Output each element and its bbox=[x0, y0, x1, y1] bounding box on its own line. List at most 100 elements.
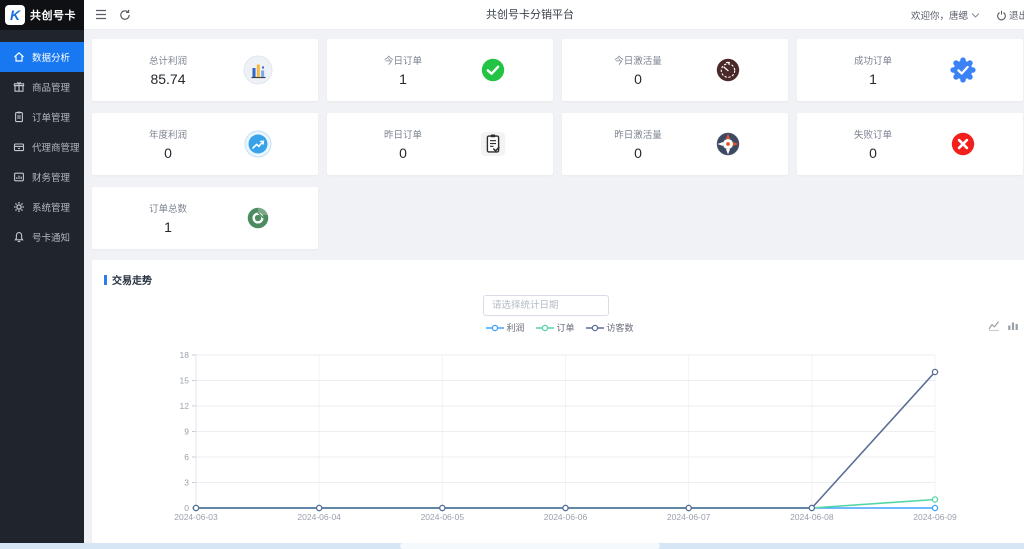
logout-label: 退出 bbox=[1009, 8, 1024, 22]
finance-icon bbox=[13, 171, 25, 183]
sidebar-item-orders[interactable]: 订单管理 bbox=[0, 102, 84, 132]
clipboard-check-icon bbox=[479, 130, 507, 158]
bar-chart-toggle-icon[interactable] bbox=[1007, 320, 1019, 331]
legend-item-订单[interactable]: 订单 bbox=[535, 321, 574, 334]
svg-text:15: 15 bbox=[180, 376, 190, 386]
stat-value: 0 bbox=[634, 71, 642, 87]
main-content: 总计利润 85.74 今日订单 1 今日激活量 0 bbox=[84, 30, 1024, 543]
stat-value: 1 bbox=[164, 219, 172, 235]
stat-card-annual-profit: 年度利润 0 bbox=[92, 113, 318, 175]
svg-text:18: 18 bbox=[180, 350, 190, 360]
stat-card-failed-orders: 失败订单 0 bbox=[797, 113, 1023, 175]
sidebar-item-agents[interactable]: 代理商管理 bbox=[0, 132, 84, 162]
stat-value: 1 bbox=[869, 71, 877, 87]
sidebar-item-label: 财务管理 bbox=[32, 170, 70, 184]
svg-text:2024-06-04: 2024-06-04 bbox=[297, 512, 341, 522]
title-accent-bar bbox=[104, 275, 107, 285]
stat-card-today-activation: 今日激活量 0 bbox=[562, 39, 788, 101]
stat-label: 订单总数 bbox=[149, 201, 187, 215]
date-range-input[interactable] bbox=[483, 295, 609, 316]
sidebar-item-label: 数据分析 bbox=[32, 50, 70, 64]
agents-icon bbox=[13, 141, 25, 153]
error-circle-icon bbox=[949, 130, 977, 158]
timer-badge-icon bbox=[714, 56, 742, 84]
svg-text:12: 12 bbox=[180, 401, 190, 411]
verified-badge-icon bbox=[949, 56, 977, 84]
power-icon bbox=[996, 10, 1007, 21]
sidebar-item-label: 系统管理 bbox=[32, 200, 70, 214]
svg-text:2024-06-03: 2024-06-03 bbox=[174, 512, 218, 522]
sidebar-item-label: 代理商管理 bbox=[32, 140, 80, 154]
stat-value: 85.74 bbox=[150, 71, 185, 87]
chrome-swirl-icon bbox=[244, 204, 272, 232]
stat-card-yesterday-activation: 昨日激活量 0 bbox=[562, 113, 788, 175]
trend-title-text: 交易走势 bbox=[112, 272, 152, 287]
header: 共创号卡分销平台 欢迎你，唐缌 退出 bbox=[84, 0, 1024, 30]
stat-value: 0 bbox=[634, 145, 642, 161]
lifebuoy-icon bbox=[714, 130, 742, 158]
stat-label: 年度利润 bbox=[149, 127, 187, 141]
legend-item-访客数[interactable]: 访客数 bbox=[586, 321, 634, 334]
stat-label: 昨日订单 bbox=[384, 127, 422, 141]
legend-item-利润[interactable]: 利润 bbox=[485, 321, 524, 334]
stat-label: 成功订单 bbox=[854, 53, 892, 67]
sidebar-item-label: 号卡通知 bbox=[32, 230, 70, 244]
svg-text:2024-06-06: 2024-06-06 bbox=[544, 512, 588, 522]
page-title: 共创号卡分销平台 bbox=[84, 0, 976, 30]
sidebar-item-data-analysis[interactable]: 数据分析 bbox=[0, 42, 84, 72]
check-circle-icon bbox=[479, 56, 507, 84]
sidebar-item-notify[interactable]: 号卡通知 bbox=[0, 222, 84, 252]
app-logo-icon: K bbox=[5, 5, 25, 25]
sidebar-item-system[interactable]: 系统管理 bbox=[0, 192, 84, 222]
bar-chart-circle-icon bbox=[243, 55, 273, 85]
settings-gear-icon bbox=[13, 201, 25, 213]
line-chart-toggle-icon[interactable] bbox=[988, 320, 1000, 331]
svg-text:9: 9 bbox=[184, 427, 189, 437]
sidebar-item-label: 订单管理 bbox=[32, 110, 70, 124]
sidebar-item-label: 商品管理 bbox=[32, 80, 70, 94]
stat-value: 0 bbox=[869, 145, 877, 161]
goods-icon bbox=[13, 81, 25, 93]
scrollbar-thumb[interactable] bbox=[400, 543, 660, 549]
trend-line-chart: 2024-06-03 2024-06-04 2024-06-05 2024-06-06… bbox=[160, 348, 990, 538]
user-menu[interactable]: 欢迎你，唐缌 bbox=[911, 0, 980, 30]
svg-text:2024-06-05: 2024-06-05 bbox=[421, 512, 465, 522]
app-logo-text: 共创号卡 bbox=[30, 7, 76, 23]
svg-text:2024-06-09: 2024-06-09 bbox=[913, 512, 957, 522]
stat-card-total-orders: 订单总数 1 bbox=[92, 187, 318, 249]
chevron-down-icon bbox=[971, 12, 980, 19]
stat-label: 总计利润 bbox=[149, 53, 187, 67]
bell-icon bbox=[13, 231, 25, 243]
stats-grid: 总计利润 85.74 今日订单 1 今日激活量 0 bbox=[92, 39, 1023, 249]
svg-text:3: 3 bbox=[184, 478, 189, 488]
svg-text:0: 0 bbox=[184, 503, 189, 513]
trend-panel: 交易走势 利润订单访客数 2024-06-032024-06-042024-06… bbox=[92, 260, 1024, 543]
stat-value: 0 bbox=[399, 145, 407, 161]
svg-text:2024-06-08: 2024-06-08 bbox=[790, 512, 834, 522]
trend-circle-icon bbox=[243, 129, 273, 159]
stat-card-today-orders: 今日订单 1 bbox=[327, 39, 553, 101]
svg-text:6: 6 bbox=[184, 452, 189, 462]
welcome-text: 欢迎你，唐缌 bbox=[911, 8, 968, 22]
chart-toolbox bbox=[988, 320, 1019, 331]
stat-label: 今日订单 bbox=[384, 53, 422, 67]
logout-button[interactable]: 退出 bbox=[996, 0, 1024, 30]
stat-value: 0 bbox=[164, 145, 172, 161]
home-icon bbox=[13, 51, 25, 63]
sidebar-menu: 数据分析 商品管理 订单管理 代理商管理 财务管理 系统管理 号卡通知 bbox=[0, 30, 84, 252]
stat-label: 今日激活量 bbox=[614, 53, 662, 67]
stat-label: 昨日激活量 bbox=[614, 127, 662, 141]
trend-section-title: 交易走势 bbox=[104, 272, 152, 287]
sidebar: K 共创号卡 数据分析 商品管理 订单管理 代理商管理 财务管理 系统管理 bbox=[0, 0, 84, 543]
app-logo: K 共创号卡 bbox=[0, 0, 84, 30]
sidebar-item-finance[interactable]: 财务管理 bbox=[0, 162, 84, 192]
chart-legend: 利润订单访客数 bbox=[485, 321, 633, 334]
stat-value: 1 bbox=[399, 71, 407, 87]
horizontal-scrollbar[interactable] bbox=[0, 543, 1024, 549]
sidebar-item-goods[interactable]: 商品管理 bbox=[0, 72, 84, 102]
svg-text:2024-06-07: 2024-06-07 bbox=[667, 512, 711, 522]
stat-card-yesterday-orders: 昨日订单 0 bbox=[327, 113, 553, 175]
orders-icon bbox=[13, 111, 25, 123]
stat-card-total-profit: 总计利润 85.74 bbox=[92, 39, 318, 101]
stat-label: 失败订单 bbox=[854, 127, 892, 141]
